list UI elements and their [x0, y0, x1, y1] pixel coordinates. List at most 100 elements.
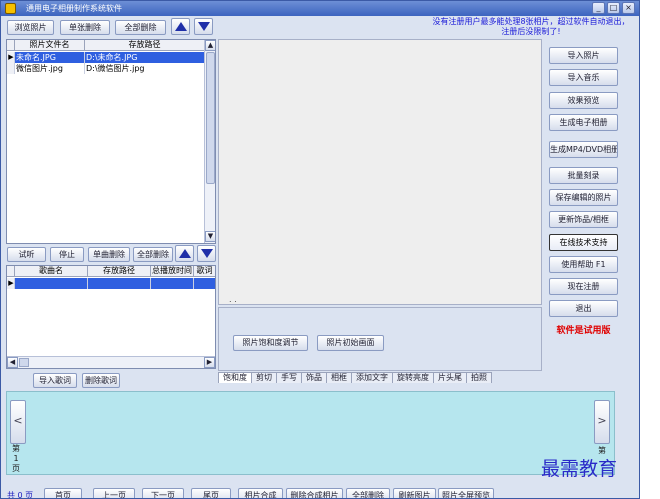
song-path-cell[interactable]	[88, 278, 151, 289]
move-up-button[interactable]	[171, 18, 190, 35]
saturation-adjust-button[interactable]: 照片饱和度调节	[233, 335, 308, 351]
row-marker: ▶	[7, 278, 15, 289]
column-header-duration[interactable]: 总播放时间	[151, 266, 194, 276]
row-marker-header	[7, 40, 15, 50]
scroll-left-button[interactable]: ◀	[7, 357, 18, 368]
scroll-thumb[interactable]	[19, 358, 29, 367]
edit-tabs: 饱和度 剪切 手写 饰品 相框 添加文字 旋转亮度 片头尾 拍照	[218, 372, 492, 383]
photo-preview-area[interactable]: . .	[218, 39, 542, 305]
down-arrow-icon	[197, 22, 210, 31]
prev-page-button[interactable]: 上一页	[93, 488, 135, 498]
photo-path-cell[interactable]: D:\未命名.JPG	[85, 52, 205, 63]
effect-preview-button[interactable]: 效果预览	[549, 92, 618, 109]
delete-lyrics-button[interactable]: 删除歌词	[82, 373, 120, 388]
tab-add-text[interactable]: 添加文字	[351, 372, 393, 383]
photo-path-cell[interactable]: D:\微信图片.jpg	[85, 63, 205, 74]
song-lyrics-cell[interactable]	[194, 278, 215, 289]
import-photos-button[interactable]: 导入照片	[549, 47, 618, 64]
listen-button[interactable]: 试听	[7, 247, 46, 262]
move-down-button[interactable]	[194, 18, 213, 35]
save-edited-photo-button[interactable]: 保存编辑的照片	[549, 189, 618, 206]
tab-rotate-brightness[interactable]: 旋转亮度	[392, 372, 434, 383]
photo-table[interactable]: 照片文件名 存放路径 ▶ 未命名.JPG D:\未命名.JPG 微信图片.jpg…	[6, 39, 216, 244]
photo-filename-cell[interactable]: 未命名.JPG	[15, 52, 85, 63]
table-row[interactable]: ▶	[7, 278, 215, 289]
register-now-button[interactable]: 现在注册	[549, 278, 618, 295]
song-move-up-button[interactable]	[175, 245, 194, 262]
delete-single-photo-button[interactable]: 单张删除	[60, 20, 110, 35]
refresh-images-button[interactable]: 刷新图片	[393, 488, 436, 498]
tab-intro-outro[interactable]: 片头尾	[433, 372, 467, 383]
title-bar[interactable]: 通用电子相册制作系统软件 _ □ ×	[1, 1, 639, 16]
exit-button[interactable]: 退出	[549, 300, 618, 317]
tab-photo-shoot[interactable]: 拍照	[466, 372, 492, 383]
fullscreen-preview-button[interactable]: 照片全屏预览	[438, 488, 494, 498]
tab-frame[interactable]: 相框	[326, 372, 352, 383]
delete-all-songs-button[interactable]: 全部删除	[133, 247, 173, 262]
column-header-path[interactable]: 存放路径	[85, 40, 205, 50]
row-marker: ▶	[7, 52, 15, 63]
help-button[interactable]: 使用帮助 F1	[549, 256, 618, 273]
photo-table-scrollbar[interactable]: ▲ ▼	[204, 40, 215, 243]
app-window: 通用电子相册制作系统软件 _ □ × 浏览照片 单张删除 全部删除 没有注册用户…	[0, 0, 640, 499]
table-row[interactable]: 微信图片.jpg D:\微信图片.jpg	[7, 63, 205, 74]
photo-filename-cell[interactable]: 微信图片.jpg	[15, 63, 85, 74]
music-table[interactable]: 歌曲名 存放路径 总播放时间 歌词 ▶ ◀ ▶	[6, 265, 216, 369]
column-header-lyrics[interactable]: 歌词	[194, 266, 215, 276]
generate-mp4-dvd-button[interactable]: 生成MP4/DVD相册	[549, 141, 618, 158]
scroll-right-button[interactable]: ▶	[204, 357, 215, 368]
table-row[interactable]: ▶ 未命名.JPG D:\未命名.JPG	[7, 52, 205, 63]
delete-all-photos-button[interactable]: 全部删除	[115, 20, 166, 35]
song-duration-cell[interactable]	[151, 278, 194, 289]
strip-next-button[interactable]: >	[594, 400, 610, 444]
trial-version-label: 软件是试用版	[556, 326, 611, 336]
music-table-hscrollbar[interactable]: ◀ ▶	[7, 356, 215, 368]
next-page-button[interactable]: 下一页	[142, 488, 184, 498]
tab-handwriting[interactable]: 手写	[276, 372, 302, 383]
first-page-button[interactable]: 首页	[44, 488, 82, 498]
down-arrow-icon	[200, 249, 213, 258]
page-count: 共 0 页	[7, 491, 34, 499]
update-ornaments-button[interactable]: 更新饰品/相框	[549, 211, 618, 228]
tab-crop[interactable]: 剪切	[251, 372, 277, 383]
up-arrow-icon	[174, 22, 187, 31]
song-name-cell[interactable]	[15, 278, 88, 289]
tab-ornaments[interactable]: 饰品	[301, 372, 327, 383]
browse-photos-button[interactable]: 浏览照片	[7, 20, 54, 35]
song-move-down-button[interactable]	[197, 245, 216, 262]
generate-album-button[interactable]: 生成电子相册	[549, 114, 618, 131]
thumbnail-strip[interactable]: < > 第 1 页 第	[6, 391, 615, 475]
scroll-up-button[interactable]: ▲	[205, 40, 215, 51]
adjustment-panel: 照片饱和度调节 照片初始画面	[218, 307, 542, 371]
strip-prev-button[interactable]: <	[10, 400, 26, 444]
chevron-left-icon: <	[13, 414, 23, 427]
initial-view-button[interactable]: 照片初始画面	[317, 335, 384, 351]
batch-burn-button[interactable]: 批量刻录	[549, 167, 618, 184]
scroll-down-button[interactable]: ▼	[205, 231, 215, 242]
merge-photos-button[interactable]: 相片合成	[238, 488, 283, 498]
row-marker-header	[7, 266, 15, 276]
column-header-path[interactable]: 存放路径	[88, 266, 151, 276]
minimize-button[interactable]: _	[592, 2, 605, 14]
window-title: 通用电子相册制作系统软件	[26, 4, 122, 13]
tab-saturation[interactable]: 饱和度	[218, 372, 252, 383]
import-music-button[interactable]: 导入音乐	[549, 69, 618, 86]
background-margin	[640, 0, 660, 499]
watermark-text: 最需教育	[541, 458, 618, 480]
delete-all-button[interactable]: 全部删除	[346, 488, 390, 498]
window-controls: _ □ ×	[592, 2, 635, 14]
delete-merged-button[interactable]: 删除合成相片	[286, 488, 343, 498]
last-page-button[interactable]: 尾页	[191, 488, 231, 498]
scroll-thumb[interactable]	[206, 52, 215, 184]
maximize-button[interactable]: □	[607, 2, 620, 14]
delete-single-song-button[interactable]: 单曲删除	[88, 247, 130, 262]
app-icon	[5, 3, 16, 14]
close-button[interactable]: ×	[622, 2, 635, 14]
up-arrow-icon	[178, 249, 191, 258]
stop-button[interactable]: 停止	[50, 247, 84, 262]
import-lyrics-button[interactable]: 导入歌词	[33, 373, 77, 388]
row-marker	[7, 63, 15, 74]
column-header-filename[interactable]: 照片文件名	[15, 40, 85, 50]
column-header-song[interactable]: 歌曲名	[15, 266, 88, 276]
online-support-button[interactable]: 在线技术支持	[549, 234, 618, 251]
